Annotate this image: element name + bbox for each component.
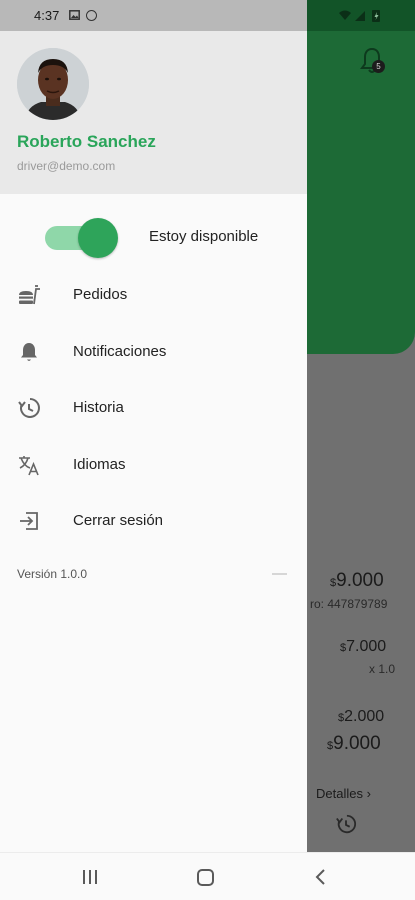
system-icons: [339, 10, 380, 22]
menu-item-label: Notificaciones: [73, 343, 167, 360]
history-icon: [18, 398, 40, 418]
menu-item-label: Idiomas: [73, 456, 126, 473]
menu-item-label: Historia: [73, 399, 124, 416]
status-bar: 4:37: [0, 0, 415, 31]
signal-icon: [355, 11, 365, 21]
navigation-drawer: Roberto Sanchez driver@demo.com Estoy di…: [0, 31, 307, 852]
home-icon[interactable]: [197, 869, 214, 886]
menu-item-historia[interactable]: Historia: [0, 383, 307, 435]
back-icon[interactable]: [313, 868, 329, 886]
availability-label: Estoy disponible: [149, 228, 259, 245]
delivery-fee: $2.000: [338, 708, 385, 725]
circle-icon: [86, 10, 97, 21]
notification-badge: 5: [372, 60, 385, 73]
menu-item-label: Pedidos: [73, 286, 128, 303]
availability-toggle[interactable]: [45, 218, 119, 258]
status-time: 4:37: [34, 8, 60, 23]
logout-icon: [20, 512, 38, 530]
food-icon: [19, 285, 40, 305]
order-reference: ro: 447879789: [310, 597, 388, 611]
grand-total: $9.000: [327, 733, 381, 754]
bell-icon: [21, 343, 37, 361]
toggle-knob: [78, 218, 118, 258]
menu-item-label: Cerrar sesión: [73, 512, 164, 529]
menu-item-cerrar-sesion[interactable]: Cerrar sesión: [0, 496, 307, 548]
details-link: Detalles ›: [316, 786, 371, 801]
user-email: driver@demo.com: [17, 159, 116, 173]
item-price: $7.000: [340, 638, 387, 655]
battery-icon: [372, 10, 380, 22]
recent-apps-icon[interactable]: [80, 869, 100, 885]
menu-item-idiomas[interactable]: Idiomas: [0, 440, 307, 492]
drawer-divider: [272, 573, 287, 575]
order-total: $9.000: [330, 570, 384, 591]
menu-item-notificaciones[interactable]: Notificaciones: [0, 327, 307, 379]
item-quantity: x 1.0: [369, 662, 396, 676]
drawer-header: Roberto Sanchez driver@demo.com: [0, 31, 307, 194]
menu-item-pedidos[interactable]: Pedidos: [0, 270, 307, 322]
translate-icon: [19, 456, 39, 476]
avatar[interactable]: [17, 48, 89, 120]
wifi-icon: [339, 10, 351, 20]
profile-photo: [17, 48, 89, 120]
app-version: Versión 1.0.0: [17, 567, 88, 581]
image-icon: [69, 10, 80, 20]
system-nav-bar: [0, 852, 415, 900]
history-icon: [336, 814, 357, 834]
user-name: Roberto Sanchez: [17, 132, 156, 151]
